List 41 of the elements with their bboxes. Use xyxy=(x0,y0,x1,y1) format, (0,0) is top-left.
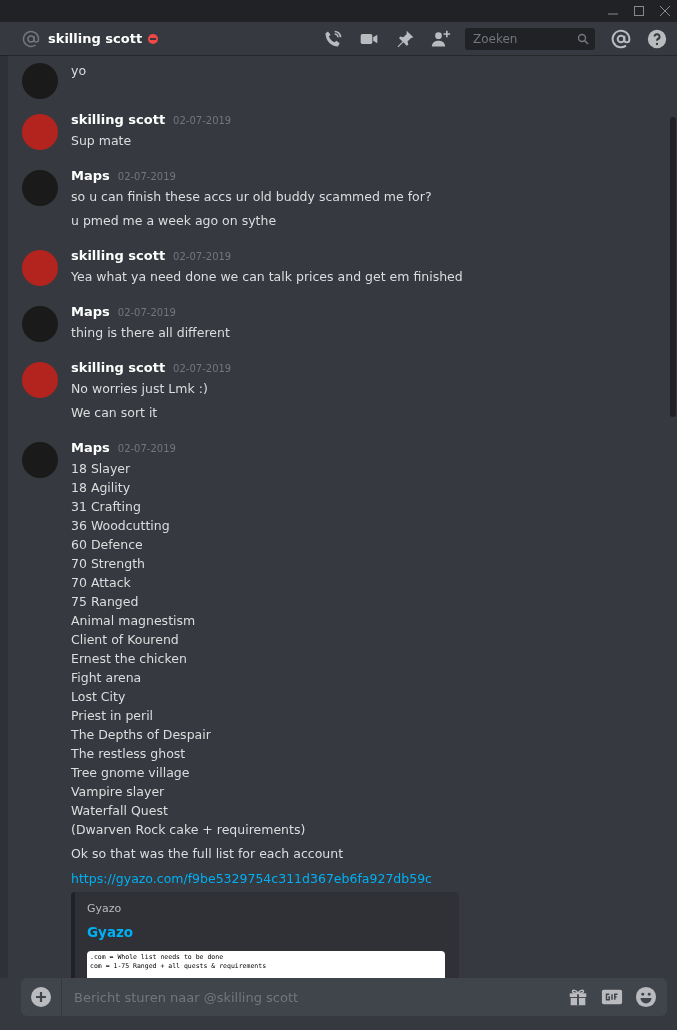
channel-title: skilling scott xyxy=(48,31,143,46)
timestamp: 02-07-2019 xyxy=(173,115,232,126)
message-text: u pmed me a week ago on sythe xyxy=(71,212,278,230)
message-text: We can sort it xyxy=(71,404,159,422)
search-icon xyxy=(577,32,589,45)
phone-icon[interactable] xyxy=(323,28,343,49)
message-text: Yea what ya need done we can talk prices and get em finished xyxy=(71,268,464,286)
author-name[interactable]: Maps xyxy=(71,440,110,455)
message-text: so u can finish these accs ur old buddy scammed me for? xyxy=(71,188,433,206)
message-text: No worries just Lmk :) xyxy=(71,380,209,398)
help-icon[interactable] xyxy=(647,28,667,49)
maximize-icon[interactable] xyxy=(633,5,645,17)
emoji-icon[interactable] xyxy=(635,986,657,1008)
scrollbar-thumb[interactable] xyxy=(670,117,676,417)
embed-provider: Gyazo xyxy=(87,902,123,916)
message-text: 18 Slayer 18 Agility 31 Crafting 36 Woodcutting 60 Defence 70 Strength 70 Attack 75 Ranged Animal magnestism Client of Kourend Ernest the chicken Fight arena Lost City Priest in peril The Depths of Despair The restless ghost Tree gnome village Vampire slayer Waterfall Quest (Dwarven Rock cake + requirements) xyxy=(71,460,307,839)
close-icon[interactable] xyxy=(659,5,671,17)
message-text: Ok so that was the full list for each account xyxy=(71,845,345,863)
timestamp: 02-07-2019 xyxy=(173,363,232,374)
add-icon[interactable] xyxy=(31,987,51,1007)
message-text: Sup mate xyxy=(71,132,133,150)
search-field[interactable]: Zoeken xyxy=(471,30,577,47)
pin-icon[interactable] xyxy=(395,28,415,49)
mentions-icon[interactable] xyxy=(611,28,631,49)
embed-title-link[interactable]: Gyazo xyxy=(87,924,134,941)
timestamp: 02-07-2019 xyxy=(117,171,176,182)
message-text: thing is there all different xyxy=(71,324,231,342)
timestamp: 02-07-2019 xyxy=(117,307,176,318)
add-friend-icon[interactable] xyxy=(431,28,451,49)
timestamp: 02-07-2019 xyxy=(117,443,176,454)
do-not-disturb-icon xyxy=(148,33,159,44)
author-name[interactable]: skilling scott xyxy=(71,360,166,375)
author-name[interactable]: Maps xyxy=(71,304,110,319)
message-link[interactable]: https://gyazo.com/f9be5329754c311d367eb6fa927db59c xyxy=(71,869,432,888)
at-icon xyxy=(22,29,40,48)
author-name[interactable]: skilling scott xyxy=(71,112,166,127)
search-box[interactable]: Zoeken xyxy=(465,27,595,50)
timestamp: 02-07-2019 xyxy=(173,251,232,262)
message-text: yo xyxy=(71,62,88,80)
author-name[interactable]: Maps xyxy=(71,168,110,183)
author-name[interactable]: skilling scott xyxy=(71,248,166,263)
